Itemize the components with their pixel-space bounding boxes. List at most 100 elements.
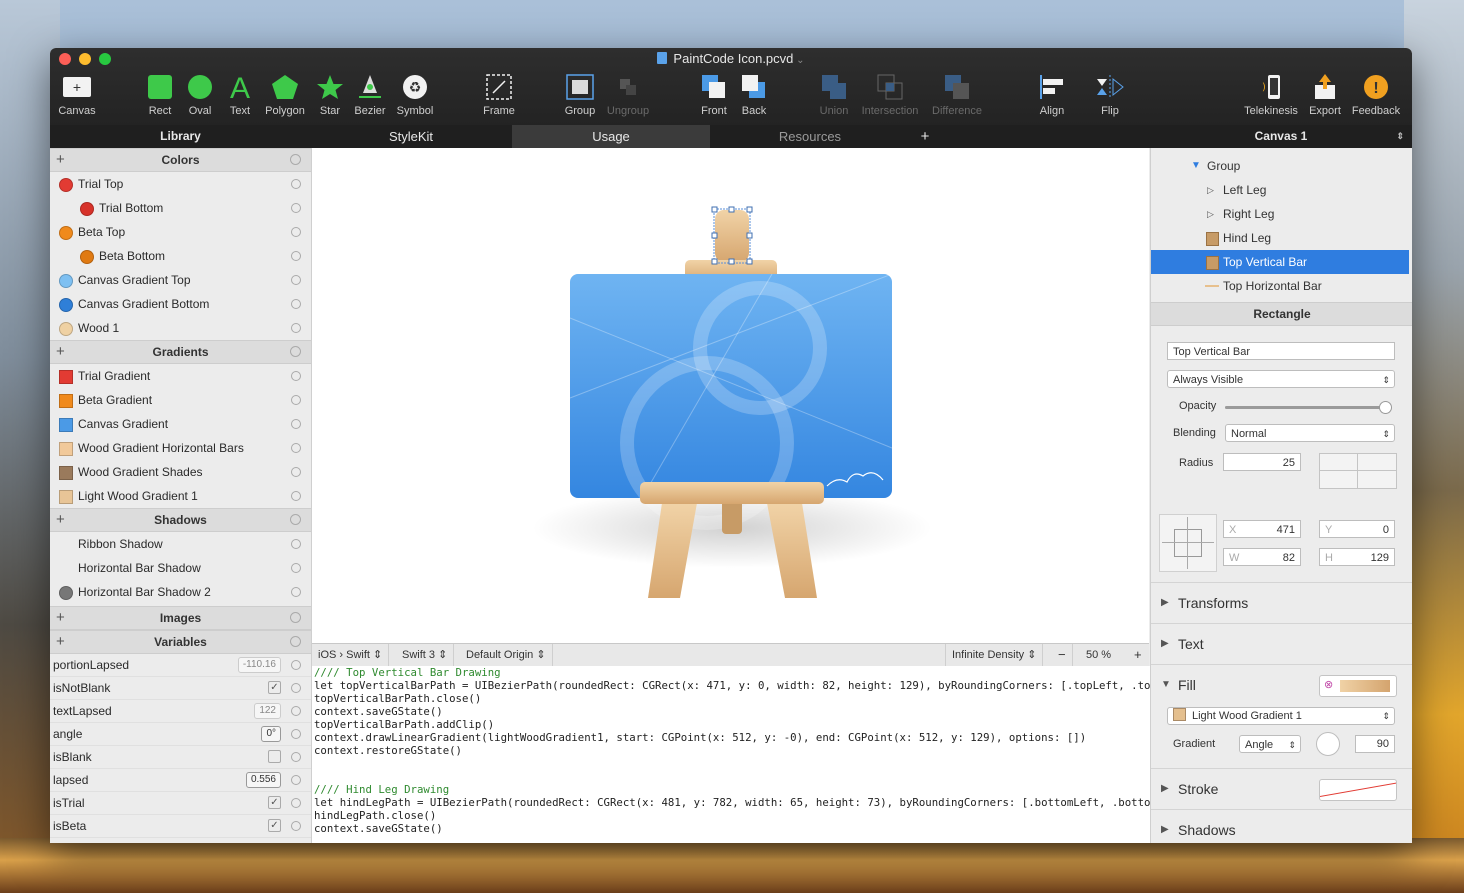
- back-tool-button[interactable]: Back: [722, 72, 786, 117]
- variable-info-icon[interactable]: [291, 821, 301, 831]
- item-info-icon[interactable]: [291, 299, 301, 309]
- variables-section-header[interactable]: + Variables: [50, 630, 311, 654]
- difference-tool-button[interactable]: Difference: [925, 72, 989, 117]
- canvas-tool-button[interactable]: + Canvas: [50, 72, 109, 117]
- item-info-icon[interactable]: [291, 419, 301, 429]
- variable-row[interactable]: isNotBlank ✓: [50, 677, 311, 700]
- fill-gradient-select[interactable]: Light Wood Gradient 1 ⇕: [1167, 707, 1395, 725]
- flip-tool-button[interactable]: Flip: [1078, 72, 1142, 117]
- shadow-item[interactable]: Ribbon Shadow: [50, 532, 311, 556]
- layer-item[interactable]: Top Vertical Bar: [1151, 250, 1409, 274]
- item-info-icon[interactable]: [291, 563, 301, 573]
- radius-field[interactable]: 25: [1223, 453, 1301, 471]
- layer-item[interactable]: ▷ Right Leg: [1151, 202, 1409, 226]
- variable-checkbox[interactable]: ✓: [268, 681, 281, 694]
- colors-section-header[interactable]: + Colors: [50, 148, 311, 172]
- opacity-slider-knob[interactable]: [1379, 401, 1392, 414]
- variable-value-field[interactable]: 122: [254, 703, 281, 719]
- item-info-icon[interactable]: [291, 395, 301, 405]
- x-field[interactable]: X 471: [1223, 520, 1301, 538]
- disclosure-down-icon[interactable]: ▼: [1191, 154, 1201, 178]
- corner-radius-control[interactable]: [1319, 453, 1397, 489]
- color-item[interactable]: Trial Top: [50, 172, 311, 196]
- item-info-icon[interactable]: [291, 179, 301, 189]
- variable-value-field[interactable]: 0°: [261, 726, 281, 742]
- variable-row[interactable]: textLapsed 122: [50, 700, 311, 723]
- union-tool-button[interactable]: Union: [802, 72, 866, 117]
- item-info-icon[interactable]: [291, 443, 301, 453]
- item-info-icon[interactable]: [291, 323, 301, 333]
- feedback-tool-button[interactable]: ! Feedback: [1344, 72, 1408, 117]
- gradient-type-select[interactable]: Angle ⇕: [1239, 735, 1301, 753]
- color-item[interactable]: Canvas Gradient Bottom: [50, 292, 311, 316]
- drawing-canvas[interactable]: [312, 148, 1149, 643]
- fill-swatch[interactable]: ⊗: [1319, 675, 1397, 697]
- section-settings-icon[interactable]: [290, 154, 301, 165]
- disclosure-down-icon[interactable]: ▼: [1161, 665, 1171, 705]
- tab-library[interactable]: Library: [50, 125, 311, 148]
- gradient-item[interactable]: Canvas Gradient: [50, 412, 311, 436]
- angle-dial[interactable]: [1316, 732, 1340, 756]
- add-variables-icon[interactable]: +: [56, 631, 65, 653]
- shadow-item[interactable]: Horizontal Bar Shadow: [50, 556, 311, 580]
- gradient-item[interactable]: Trial Gradient: [50, 364, 311, 388]
- gradient-angle-field[interactable]: 90: [1355, 735, 1395, 753]
- zoom-in-button[interactable]: +: [1128, 644, 1148, 666]
- variable-row[interactable]: angle 0°: [50, 723, 311, 746]
- layer-item[interactable]: Top Horizontal Bar: [1151, 274, 1409, 298]
- gradient-item[interactable]: Wood Gradient Horizontal Bars: [50, 436, 311, 460]
- canvas-selector[interactable]: Canvas 1 ⇕: [1150, 125, 1412, 148]
- section-settings-icon[interactable]: [290, 346, 301, 357]
- align-tool-button[interactable]: Align: [1020, 72, 1084, 117]
- canvas-board[interactable]: [570, 274, 892, 498]
- shadows-section[interactable]: ▶ Shadows: [1151, 809, 1412, 843]
- h-field[interactable]: H 129: [1319, 548, 1395, 566]
- item-info-icon[interactable]: [291, 467, 301, 477]
- y-field[interactable]: Y0: [1319, 520, 1395, 538]
- item-info-icon[interactable]: [291, 491, 301, 501]
- variable-value-field[interactable]: -110.16: [237, 657, 281, 673]
- stroke-section[interactable]: ▶ Stroke: [1151, 768, 1412, 809]
- top-vertical-bar[interactable]: [715, 210, 749, 262]
- frame-tool-button[interactable]: Frame: [467, 72, 531, 117]
- symbol-tool-button[interactable]: ♻ Symbol: [383, 72, 447, 117]
- add-colors-icon[interactable]: +: [56, 149, 65, 171]
- add-shadows-icon[interactable]: +: [56, 509, 65, 531]
- swift-version-selector[interactable]: Swift 3 ⇕: [396, 644, 455, 666]
- tab-usage[interactable]: Usage: [512, 125, 710, 148]
- disclosure-right-icon[interactable]: ▷: [1207, 202, 1214, 226]
- variable-row[interactable]: portionLapsed -110.16: [50, 654, 311, 677]
- color-item[interactable]: Beta Top: [50, 220, 311, 244]
- layer-item[interactable]: ▼ Group: [1151, 154, 1409, 178]
- images-section-header[interactable]: + Images: [50, 606, 311, 630]
- variable-info-icon[interactable]: [291, 729, 301, 739]
- add-images-icon[interactable]: +: [56, 607, 65, 629]
- color-item[interactable]: Trial Bottom: [50, 196, 311, 220]
- item-info-icon[interactable]: [291, 275, 301, 285]
- item-info-icon[interactable]: [291, 203, 301, 213]
- add-tab-button[interactable]: +: [910, 125, 940, 148]
- tab-stylekit[interactable]: StyleKit: [312, 125, 510, 148]
- variable-info-icon[interactable]: [291, 660, 301, 670]
- layer-item[interactable]: Hind Leg: [1151, 226, 1409, 250]
- variable-checkbox[interactable]: ✓: [268, 796, 281, 809]
- variable-checkbox[interactable]: [268, 750, 281, 763]
- disclosure-right-icon[interactable]: ▷: [1207, 178, 1214, 202]
- zoom-out-button[interactable]: −: [1052, 644, 1073, 666]
- variable-info-icon[interactable]: [291, 706, 301, 716]
- variable-row[interactable]: lapsed 0.556: [50, 769, 311, 792]
- blending-select[interactable]: Normal ⇕: [1225, 424, 1395, 442]
- w-field[interactable]: W 82: [1223, 548, 1301, 566]
- visibility-select[interactable]: Always Visible ⇕: [1167, 370, 1395, 388]
- gradient-item[interactable]: Beta Gradient: [50, 388, 311, 412]
- section-settings-icon[interactable]: [290, 636, 301, 647]
- item-info-icon[interactable]: [291, 251, 301, 261]
- item-info-icon[interactable]: [291, 587, 301, 597]
- color-item[interactable]: Beta Bottom: [50, 244, 311, 268]
- text-section[interactable]: ▶ Text: [1151, 623, 1412, 664]
- bottom-horizontal-bar[interactable]: [640, 482, 824, 504]
- density-selector[interactable]: Infinite Density ⇕: [945, 644, 1044, 666]
- section-settings-icon[interactable]: [290, 612, 301, 623]
- transforms-section[interactable]: ▶ Transforms: [1151, 582, 1412, 623]
- item-info-icon[interactable]: [291, 371, 301, 381]
